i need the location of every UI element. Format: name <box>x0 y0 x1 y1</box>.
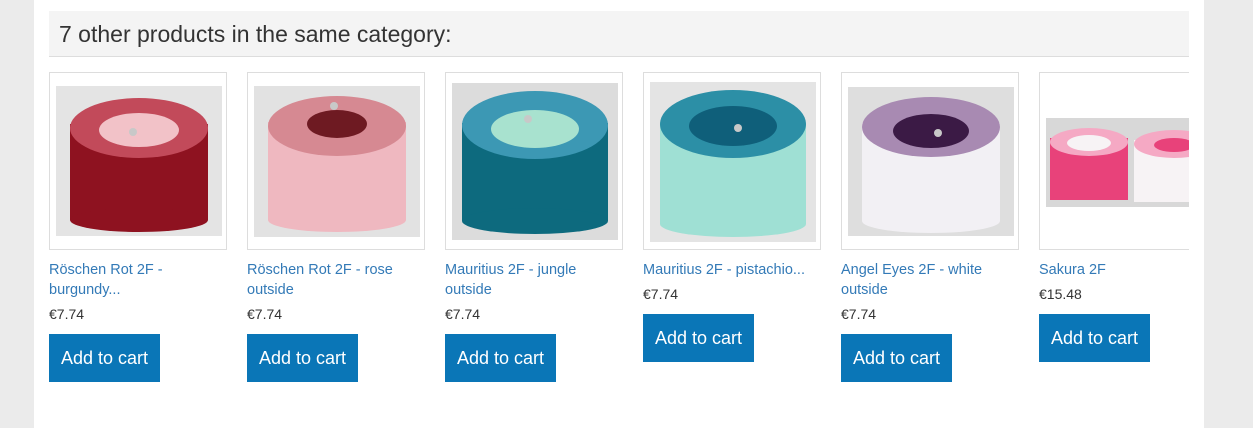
product-price: €7.74 <box>247 306 283 322</box>
product-photo <box>254 86 420 237</box>
product-name-link[interactable]: Mauritius 2F - jungle outside <box>445 260 623 300</box>
add-to-cart-button[interactable]: Add to cart <box>49 334 160 382</box>
product-name-line: outside <box>841 282 888 298</box>
product-name-line: burgundy... <box>49 282 121 298</box>
product-name-line: outside <box>247 282 294 298</box>
add-to-cart-button[interactable]: Add to cart <box>643 314 754 362</box>
product-price: €7.74 <box>841 306 877 322</box>
product-name-link[interactable]: Röschen Rot 2F - burgundy... <box>49 260 227 300</box>
product-name-line: Mauritius 2F - pistachio... <box>643 262 805 278</box>
product-image-link[interactable] <box>445 72 623 250</box>
product-name-line: Angel Eyes 2F - white <box>841 262 983 278</box>
product-name-link[interactable]: Röschen Rot 2F - rose outside <box>247 260 425 300</box>
product-name-link[interactable]: Sakura 2F <box>1039 260 1189 280</box>
add-to-cart-button[interactable]: Add to cart <box>445 334 556 382</box>
product-price: €7.74 <box>643 286 679 302</box>
product-price: €15.48 <box>1039 286 1082 302</box>
product-card: Mauritius 2F - jungle outside €7.74 Add … <box>445 72 623 392</box>
product-name-line: Röschen Rot 2F - rose <box>247 262 393 278</box>
product-photo <box>848 87 1014 236</box>
product-card: Mauritius 2F - pistachio... €7.74 Add to… <box>643 72 821 392</box>
section-title: 7 other products in the same category: <box>59 21 452 47</box>
product-name-link[interactable]: Angel Eyes 2F - white outside <box>841 260 1019 300</box>
product-name-line: outside <box>445 282 492 298</box>
product-price: €7.74 <box>49 306 85 322</box>
add-to-cart-button[interactable]: Add to cart <box>247 334 358 382</box>
product-image-link[interactable] <box>49 72 227 250</box>
product-image-link[interactable] <box>1039 72 1189 250</box>
product-image-link[interactable] <box>247 72 425 250</box>
product-name-line: Sakura 2F <box>1039 262 1106 278</box>
product-card: Röschen Rot 2F - burgundy... €7.74 Add t… <box>49 72 227 392</box>
product-card: Angel Eyes 2F - white outside €7.74 Add … <box>841 72 1019 392</box>
product-photo <box>650 82 816 242</box>
product-carousel: Röschen Rot 2F - burgundy... €7.74 Add t… <box>49 72 1189 402</box>
product-image-link[interactable] <box>841 72 1019 250</box>
product-name-line: Mauritius 2F - jungle <box>445 262 577 278</box>
section-heading: 7 other products in the same category: <box>49 11 1189 57</box>
add-to-cart-button[interactable]: Add to cart <box>841 334 952 382</box>
product-card: Sakura 2F €15.48 Add to cart <box>1039 72 1189 392</box>
product-name-line: Röschen Rot 2F - <box>49 262 163 278</box>
product-image-link[interactable] <box>643 72 821 250</box>
product-price: €7.74 <box>445 306 481 322</box>
page-content: 7 other products in the same category: R… <box>34 0 1204 428</box>
add-to-cart-button[interactable]: Add to cart <box>1039 314 1150 362</box>
product-name-link[interactable]: Mauritius 2F - pistachio... <box>643 260 821 280</box>
product-card: Röschen Rot 2F - rose outside €7.74 Add … <box>247 72 425 392</box>
product-photo <box>452 83 618 240</box>
product-photo <box>1046 118 1189 207</box>
product-photo <box>56 86 222 236</box>
